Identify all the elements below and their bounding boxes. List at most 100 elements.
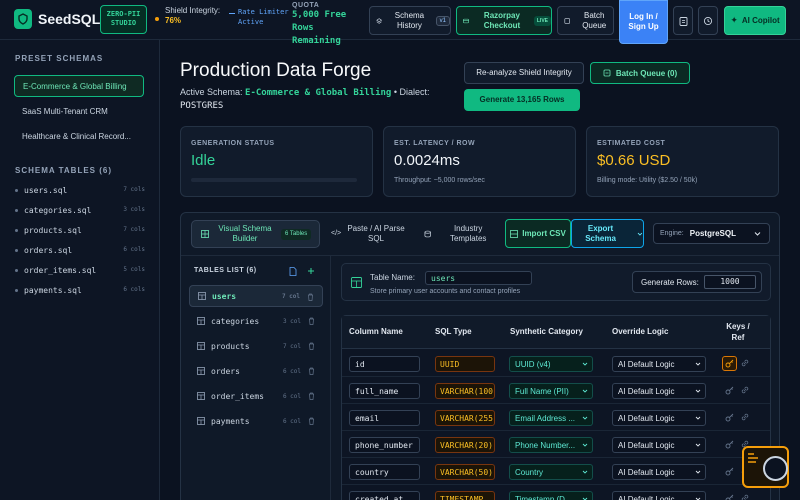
cost-label: ESTIMATED COST — [597, 140, 666, 147]
dialect-label: • Dialect: — [393, 87, 430, 97]
shield-integrity: Shield Integrity: 76% — [155, 6, 225, 26]
table-name-label: Table Name: — [370, 273, 415, 282]
schema-history-button[interactable]: Schema History v1 — [369, 6, 451, 35]
sidebar-table-payments[interactable]: payments.sql 6 cols — [15, 286, 145, 300]
tab-industry-templates[interactable]: Industry Templates — [424, 220, 499, 248]
primary-key-toggle[interactable] — [722, 464, 737, 479]
table-list-item[interactable]: products 7 col — [189, 335, 323, 357]
column-row: country VARCHAR(50) Country AI Default Logi… — [342, 458, 770, 485]
preset-saas-crm[interactable]: SaaS Multi-Tenant CRM — [14, 101, 144, 123]
grid-icon — [510, 229, 519, 238]
override-logic-select[interactable]: AI Default Logic — [612, 491, 706, 500]
override-logic-select[interactable]: AI Default Logic — [612, 464, 706, 480]
sidebar-table-order-items[interactable]: order_items.sql 5 cols — [15, 266, 145, 280]
primary-key-toggle[interactable] — [722, 491, 737, 500]
ai-copilot-button[interactable]: ✦ AI Copilot — [724, 6, 786, 35]
sidebar-table-cols: 7 cols — [123, 186, 145, 193]
login-signup-button[interactable]: Log In / Sign Up — [619, 0, 668, 44]
tab-paste-label: Paste / AI Parse SQL — [347, 224, 405, 243]
chevron-down-icon — [695, 389, 701, 393]
history-button[interactable] — [698, 6, 718, 35]
sql-type-input[interactable]: VARCHAR(255 — [435, 410, 495, 426]
queue-icon — [603, 69, 611, 77]
key-icon — [725, 440, 734, 449]
rate-limiter-status: Rate Limiter Active — [229, 7, 291, 27]
column-name-input[interactable]: full_name — [349, 383, 420, 399]
batch-queue-button[interactable]: Batch Queue — [557, 6, 614, 35]
trash-icon[interactable] — [308, 417, 315, 425]
override-value: AI Default Logic — [618, 387, 675, 396]
synthetic-category-select[interactable]: Full Name (PII) — [509, 383, 593, 399]
override-logic-select[interactable]: AI Default Logic — [612, 356, 706, 372]
sql-type-input[interactable]: VARCHAR(100 — [435, 383, 495, 399]
table-list-item[interactable]: payments 6 col — [189, 410, 323, 432]
trash-icon[interactable] — [308, 317, 315, 325]
generate-rows-input[interactable]: 1000 — [704, 275, 756, 289]
category-value: Country — [515, 468, 544, 477]
export-schema-button[interactable]: Export Schema — [571, 219, 644, 248]
throughput-text: Throughput: ~5,000 rows/sec — [394, 177, 485, 184]
sql-type-input[interactable]: VARCHAR(50) — [435, 464, 495, 480]
estimated-cost-card: ESTIMATED COST $0.66 USD Billing mode: U… — [586, 126, 779, 197]
file-icon[interactable] — [289, 267, 297, 276]
table-list-item[interactable]: categories 3 col — [189, 310, 323, 332]
tab-paste-sql[interactable]: </> Paste / AI Parse SQL — [331, 220, 407, 248]
reanalyze-shield-button[interactable]: Re-analyze Shield Integrity — [464, 62, 584, 84]
synthetic-category-select[interactable]: Timestamp (D... — [509, 491, 593, 500]
sidebar: PRESET SCHEMAS E-Commerce & Global Billi… — [0, 40, 160, 500]
sidebar-table-products[interactable]: products.sql 7 cols — [15, 226, 145, 240]
plus-icon[interactable] — [307, 267, 315, 275]
override-logic-select[interactable]: AI Default Logic — [612, 383, 706, 399]
synthetic-category-select[interactable]: Phone Number... — [509, 437, 593, 453]
synthetic-category-select[interactable]: Email Address ... — [509, 410, 593, 426]
column-name-input[interactable]: phone_number — [349, 437, 420, 453]
sql-type-input[interactable]: TIMESTAMP — [435, 491, 495, 500]
assistant-float-button[interactable] — [742, 446, 789, 488]
override-value: AI Default Logic — [618, 441, 675, 450]
import-csv-button[interactable]: Import CSV — [505, 219, 571, 248]
column-name-input[interactable]: email — [349, 410, 420, 426]
primary-key-toggle[interactable] — [722, 437, 737, 452]
primary-key-toggle[interactable] — [722, 383, 737, 398]
link-icon[interactable] — [740, 385, 750, 395]
chevron-down-icon — [695, 362, 701, 366]
tab-visual-builder[interactable]: Visual Schema Builder 6 Tables — [191, 220, 320, 248]
sql-type-input[interactable]: VARCHAR(20) — [435, 437, 495, 453]
override-logic-select[interactable]: AI Default Logic — [612, 437, 706, 453]
link-icon[interactable] — [740, 358, 750, 368]
trash-icon[interactable] — [308, 367, 315, 375]
synthetic-category-select[interactable]: UUID (v4) — [509, 356, 593, 372]
table-list-item[interactable]: order_items 6 col — [189, 385, 323, 407]
override-logic-select[interactable]: AI Default Logic — [612, 410, 706, 426]
primary-key-toggle[interactable] — [722, 410, 737, 425]
category-value: Phone Number... — [515, 441, 576, 450]
column-name-input[interactable]: country — [349, 464, 420, 480]
sql-type-input[interactable]: UUID — [435, 356, 495, 372]
override-value: AI Default Logic — [618, 495, 675, 500]
chat-bubble-icon — [763, 456, 788, 481]
trash-icon[interactable] — [308, 392, 315, 400]
column-name-input[interactable]: id — [349, 356, 420, 372]
link-icon[interactable] — [740, 412, 750, 422]
table-list-item[interactable]: users 7 col — [189, 285, 323, 307]
sidebar-table-orders[interactable]: orders.sql 6 cols — [15, 246, 145, 260]
razorpay-checkout-button[interactable]: Razorpay Checkout LIVE — [456, 6, 552, 35]
link-icon[interactable] — [740, 493, 750, 500]
generate-rows-button[interactable]: Generate 13,165 Rows — [464, 89, 580, 111]
batch-queue-count-button[interactable]: Batch Queue (0) — [590, 62, 690, 84]
sidebar-table-users[interactable]: users.sql 7 cols — [15, 186, 145, 200]
preset-ecommerce[interactable]: E-Commerce & Global Billing — [14, 75, 144, 97]
trash-icon[interactable] — [308, 342, 315, 350]
sidebar-table-categories[interactable]: categories.sql 3 cols — [15, 206, 145, 220]
preset-healthcare[interactable]: Healthcare & Clinical Record... — [14, 126, 144, 148]
trash-icon[interactable] — [307, 293, 314, 301]
column-name-input[interactable]: created_at — [349, 491, 420, 500]
table-name-input[interactable]: users — [425, 271, 532, 285]
primary-key-toggle[interactable] — [722, 356, 737, 371]
synthetic-category-select[interactable]: Country — [509, 464, 593, 480]
clipboard-button[interactable] — [673, 6, 693, 35]
active-schema-line: Active Schema: E-Commerce & Global Billi… — [180, 86, 450, 112]
preset-schemas-heading: PRESET SCHEMAS — [15, 54, 104, 63]
table-list-item[interactable]: orders 6 col — [189, 360, 323, 382]
engine-select[interactable]: Engine: PostgreSQL — [653, 223, 770, 244]
